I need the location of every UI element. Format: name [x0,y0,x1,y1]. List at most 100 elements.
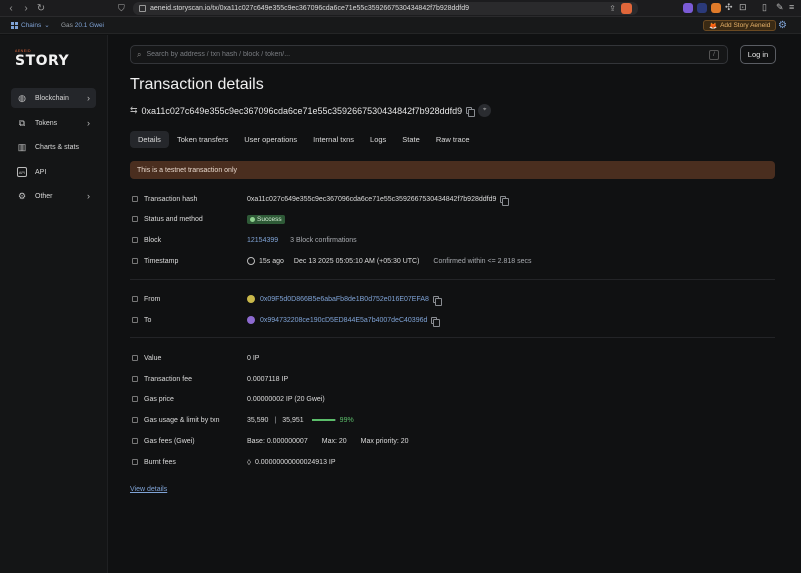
block-confirmations: 3 Block confirmations [290,236,357,244]
copy-icon[interactable] [432,295,442,306]
pen-icon[interactable]: ✎ [776,2,784,13]
separator: | [274,416,277,424]
from-value-container: 0x09F5d0D866B5e6abaFb8de1B0d752e016E07EF… [247,293,442,306]
download-icon[interactable]: ⊡ [739,2,747,13]
search-input[interactable] [146,51,687,58]
gas-fees-value-container: Base: 0.000000007 Max: 20 Max priority: … [247,435,409,447]
fee-value: 0.0007118 IP [247,375,289,383]
divider [130,279,775,280]
extension-icon[interactable] [697,3,707,13]
fee-row: Transaction fee [132,373,192,385]
burnt-row: Burnt fees [132,456,176,468]
info-icon[interactable] [132,355,138,361]
tab-logs[interactable]: Logs [362,131,394,148]
info-icon[interactable] [132,396,138,402]
copy-icon[interactable] [431,316,441,327]
sidebar-toggle-icon[interactable]: ▯ [762,2,767,13]
check-icon [250,216,255,222]
tab-state[interactable]: State [394,131,428,148]
brave-shield-icon[interactable] [621,3,632,14]
sidebar-item-blockchain[interactable]: ◍ Blockchain › [11,88,96,108]
info-icon[interactable] [132,296,138,302]
share-icon[interactable]: ⇪ [609,4,616,13]
site-info-icon[interactable] [139,5,146,12]
sidebar-item-other[interactable]: ⚙ Other › [11,186,96,206]
gas-price-row: Gas price [132,393,174,405]
chains-dropdown[interactable]: Chains ⌄ [11,21,50,29]
back-icon[interactable]: ‹ [5,2,17,14]
story-logo[interactable]: AENEID STORY [15,49,69,69]
copy-icon[interactable] [466,107,476,117]
to-address-link[interactable]: 0x994732208ce190cD5ED844E5a7b4007deC4039… [260,317,427,324]
tab-internal-txns[interactable]: Internal txns [305,131,362,148]
confirmation-time: Confirmed within <= 2.818 secs [433,257,532,265]
clock-icon [247,257,255,265]
tab-details[interactable]: Details [130,131,169,148]
gas-usage-percent: 99% [339,416,354,424]
bookmark-icon[interactable]: ⛉ [118,3,128,14]
chains-label: Chains [21,21,42,29]
from-row: From [132,293,160,305]
testnet-notice: This is a testnet transaction only [130,161,775,179]
info-icon[interactable] [132,459,138,465]
block-link[interactable]: 12154399 [247,237,278,244]
info-icon[interactable] [132,376,138,382]
sidebar-item-charts[interactable]: ▥ Charts & stats [11,137,96,157]
add-network-label: Add Story Aeneid [720,22,771,29]
info-icon[interactable] [132,196,138,202]
tokens-icon: ⧉ [18,117,26,128]
settings-gear-icon[interactable]: ⚙ [778,20,787,31]
sidebar-item-label: Other [35,192,53,200]
info-icon[interactable] [132,438,138,444]
sidebar-item-api[interactable]: API API [11,162,96,182]
tag-icon[interactable]: ⌖ [478,104,492,117]
value-value: 0 IP [247,354,260,362]
reload-icon[interactable]: ↻ [35,2,47,14]
menu-icon[interactable]: ≡ [789,2,794,12]
gas-max-priority: Max priority: 20 [360,437,409,445]
sidebar-item-tokens[interactable]: ⧉ Tokens › [11,113,96,133]
transfer-icon: ⇆ [130,105,138,115]
tab-user-operations[interactable]: User operations [236,131,305,148]
chevron-right-icon: › [87,93,90,103]
tab-token-transfers[interactable]: Token transfers [169,131,236,148]
metamask-icon[interactable] [711,3,721,13]
search-bar[interactable]: ⌕ / [130,45,728,64]
tab-raw-trace[interactable]: Raw trace [428,131,478,148]
gas-price-indicator[interactable]: Gas 20.1 Gwei [61,22,104,29]
gas-limit: 35,951 [282,416,304,424]
view-details-link[interactable]: View details [130,486,167,493]
info-icon[interactable] [132,258,138,264]
gas-usage-fill [311,419,336,421]
add-network-button[interactable]: 🦊 Add Story Aeneid [703,20,777,31]
timestamp-ago: 15s ago [259,257,284,265]
tx-hash-heading: 0xa11c027c649e355c9ec367096cda6ce71e55c3… [141,105,463,116]
burnt-value-container: ◊ 0.00000000000024913 IP [247,456,336,468]
search-icon: ⌕ [137,49,142,59]
fire-icon: ◊ [247,457,251,467]
address-bar[interactable]: aeneid.storyscan.io/tx/0xa11c027c649e355… [133,2,638,15]
sidebar-item-label: Blockchain [35,94,69,102]
tx-hash-header: ⇆ 0xa11c027c649e355c9ec367096cda6ce71e55… [130,104,492,117]
info-icon[interactable] [132,317,138,323]
forward-icon[interactable]: › [20,2,32,14]
chevron-down-icon: ⌄ [44,22,50,29]
info-icon[interactable] [132,216,138,222]
value-row: Value [132,352,161,364]
copy-icon[interactable] [500,195,510,206]
detail-tabs: Details Token transfers User operations … [130,131,478,148]
timestamp-value-container: 15s ago Dec 13 2025 05:05:10 AM (+05:30 … [247,255,531,267]
burnt-label: Burnt fees [144,458,176,466]
tx-hash-row: Transaction hash [132,193,197,205]
status-badge: Success [247,214,285,224]
gas-usage-label: Gas usage & limit by txn [144,416,220,424]
puzzle-icon[interactable]: ✣ [725,2,733,13]
status-value-container: Success [247,213,285,225]
login-button[interactable]: Log in [740,45,776,64]
to-value-container: 0x994732208ce190cD5ED844E5a7b4007deC4039… [247,314,441,327]
from-address-link[interactable]: 0x09F5d0D866B5e6abaFb8de1B0d752e016E07EF… [260,296,429,303]
info-icon[interactable] [132,237,138,243]
extension-icon[interactable] [683,3,693,13]
info-icon[interactable] [132,417,138,423]
address-bar-url[interactable]: aeneid.storyscan.io/tx/0xa11c027c649e355… [150,5,469,12]
